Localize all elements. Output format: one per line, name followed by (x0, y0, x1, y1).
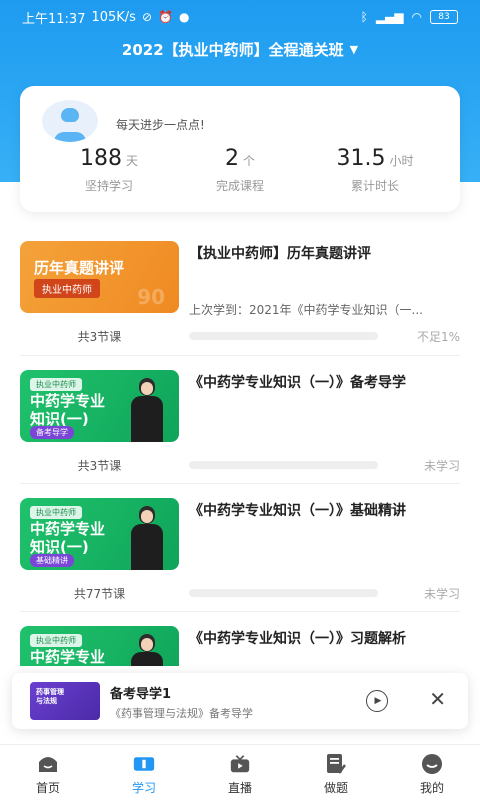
divider (20, 483, 460, 484)
book-icon (133, 753, 155, 775)
thumbnail-decoration: 90 (137, 285, 165, 309)
thumbnail-pill: 基础精讲 (30, 554, 74, 567)
course-item[interactable]: 执业中药师 中药学专业 知识(一) 备考导学 《中药学专业知识（一）》备考导学 … (20, 370, 460, 480)
home-icon (37, 753, 59, 775)
play-icon[interactable]: ▶ (366, 690, 388, 712)
course-thumbnail[interactable]: 执业中药师 中药学专业 知识(一) 基础精讲 (20, 498, 179, 570)
thumbnail-pill: 备考导学 (30, 426, 74, 439)
course-thumbnail[interactable]: 历年真题讲评 执业中药师 90 (20, 241, 179, 313)
course-thumbnail[interactable]: 执业中药师 中药学专业 知识(一) 备考导学 (20, 370, 179, 442)
mute-icon: ⊘ (141, 10, 153, 24)
stat-days-value: 188 (79, 146, 122, 171)
status-bar: 上午11:37 105K/s ⊘ ⏰ ● ᛒ ▂▄▆ ◠ 83 (0, 0, 480, 34)
lesson-count: 共3节课 (77, 459, 122, 473)
teacher-image (129, 378, 165, 442)
mini-player-thumb-text: 药事管理 与法规 (36, 688, 64, 705)
stat-hours: 31.5 小时 累计时长 (310, 146, 440, 194)
progress-status: 未学习 (423, 587, 460, 601)
stat-courses-value: 2 (224, 146, 239, 171)
tab-label: 我的 (419, 781, 444, 795)
wechat-icon: ● (178, 10, 190, 24)
thumbnail-badge: 执业中药师 (30, 634, 82, 647)
lesson-count: 共3节课 (77, 330, 122, 344)
mini-player-subtitle: 《药事管理与法规》备考导学 (110, 707, 253, 720)
stat-courses-label: 完成课程 (215, 179, 264, 193)
teacher-image (129, 506, 165, 570)
battery-icon: 83 (430, 10, 458, 24)
mini-player-title: 备考导学1 (110, 687, 172, 702)
stat-hours-label: 累计时长 (350, 179, 399, 193)
bottom-tab-bar: 首页 学习 直播 做题 我的 (0, 744, 480, 800)
thumbnail-title: 中药学专业 (30, 648, 106, 666)
stat-days-label: 坚持学习 (84, 179, 133, 193)
edit-icon (325, 753, 347, 775)
tab-profile[interactable]: 我的 (384, 745, 480, 800)
motto-text: 每天进步一点点! (116, 118, 205, 132)
signal-icon: ▂▄▆ (375, 10, 404, 24)
profile-icon (421, 753, 443, 775)
course-last-studied: 上次学到：2021年《中药学专业知识（一... (189, 303, 423, 317)
bluetooth-icon: ᛒ (360, 10, 368, 24)
status-speed: 105K/s (91, 9, 136, 25)
mini-player[interactable]: 药事管理 与法规 备考导学1 《药事管理与法规》备考导学 ▶ ✕ (12, 673, 468, 729)
course-title[interactable]: 《中药学专业知识（一）》基础精讲 (189, 500, 406, 520)
thumbnail-badge: 执业中药师 (30, 378, 82, 391)
stat-days-unit: 天 (125, 154, 138, 168)
stat-hours-value: 31.5 (336, 146, 386, 171)
course-item[interactable]: 执业中药师 中药学专业 《中药学专业知识（一）》习题解析 (20, 626, 460, 666)
tab-home[interactable]: 首页 (0, 745, 96, 800)
stats-card: 每天进步一点点! 188 天 坚持学习 2个 完成课程 31.5 小时 累计时长 (20, 86, 460, 212)
divider (20, 355, 460, 356)
tab-label: 做题 (323, 781, 348, 795)
progress-bar (189, 589, 378, 597)
stat-hours-unit: 小时 (389, 154, 414, 168)
stat-courses: 2个 完成课程 (175, 146, 305, 194)
stat-courses-unit: 个 (242, 154, 255, 168)
course-item[interactable]: 执业中药师 中药学专业 知识(一) 基础精讲 《中药学专业知识（一）》基础精讲 … (20, 498, 460, 608)
stat-days: 188 天 坚持学习 (44, 146, 174, 194)
wifi-icon: ◠ (411, 10, 422, 24)
course-item[interactable]: 历年真题讲评 执业中药师 90 【执业中药师】历年真题讲评 上次学到：2021年… (20, 241, 460, 351)
progress-bar (189, 332, 378, 340)
tab-practice[interactable]: 做题 (288, 745, 384, 800)
lesson-count: 共77节课 (73, 587, 126, 601)
class-title: 2022【执业中药师】全程通关班 (121, 40, 344, 59)
thumbnail-title: 中药学专业 知识(一) (30, 392, 106, 428)
tab-label: 首页 (35, 781, 60, 795)
avatar[interactable] (42, 100, 98, 142)
tv-icon (229, 753, 251, 775)
tab-study[interactable]: 学习 (96, 745, 192, 800)
status-time: 上午11:37 (22, 11, 86, 27)
course-title[interactable]: 《中药学专业知识（一）》习题解析 (189, 628, 406, 648)
thumbnail-tag: 执业中药师 (34, 279, 100, 298)
thumbnail-title: 中药学专业 知识(一) (30, 520, 106, 556)
course-title[interactable]: 【执业中药师】历年真题讲评 (189, 243, 371, 263)
course-title[interactable]: 《中药学专业知识（一）》备考导学 (189, 372, 406, 392)
thumbnail-badge: 执业中药师 (30, 506, 82, 519)
mini-player-thumbnail[interactable]: 药事管理 与法规 (30, 682, 100, 720)
course-thumbnail[interactable]: 执业中药师 中药学专业 (20, 626, 179, 666)
divider (20, 611, 460, 612)
progress-status: 不足1% (416, 330, 460, 344)
progress-bar (189, 461, 378, 469)
alarm-icon: ⏰ (158, 10, 173, 24)
tab-label: 学习 (131, 781, 156, 795)
progress-status: 未学习 (423, 459, 460, 473)
caret-down-icon: ▼ (349, 42, 359, 56)
thumbnail-title: 历年真题讲评 (34, 259, 125, 277)
class-selector[interactable]: 2022【执业中药师】全程通关班 ▼ (0, 36, 480, 62)
tab-live[interactable]: 直播 (192, 745, 288, 800)
tab-label: 直播 (227, 781, 252, 795)
close-icon[interactable]: ✕ (429, 687, 446, 711)
teacher-image (129, 634, 165, 666)
